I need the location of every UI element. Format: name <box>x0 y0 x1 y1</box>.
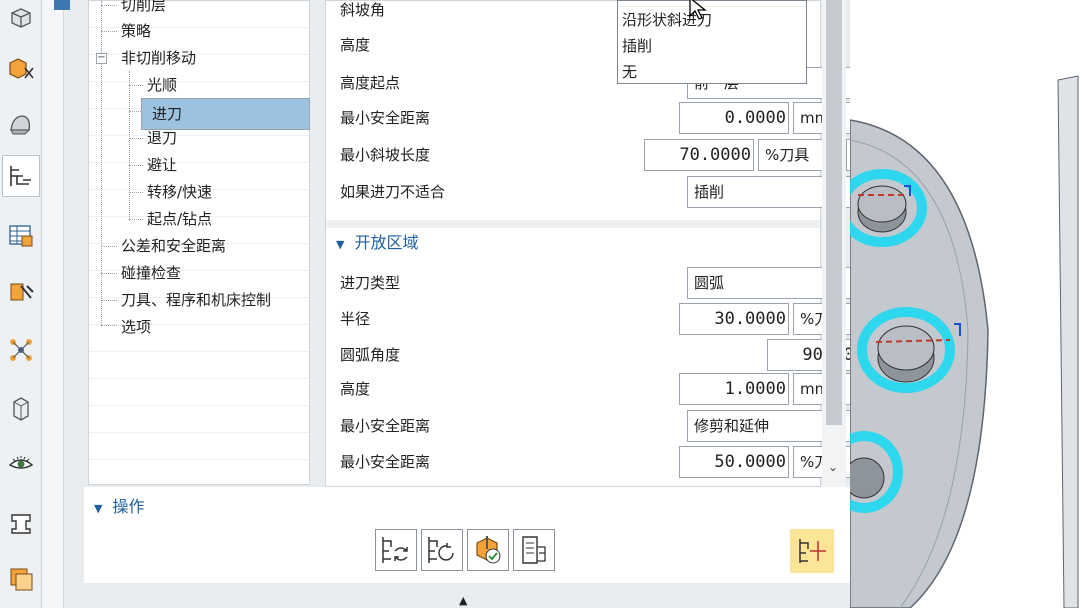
min-ramp-length-label: 最小斜坡长度 <box>340 146 431 164</box>
engage-type-select[interactable]: 圆弧▼ <box>687 267 877 299</box>
tree-item-start-drill-points[interactable]: 起点/钻点 <box>145 206 212 232</box>
part-model-view <box>850 75 1079 608</box>
tree-item-tolerances[interactable]: 公差和安全距离 <box>119 233 226 259</box>
eye-icon[interactable] <box>3 446 39 482</box>
tree-item-cut-levels[interactable]: 切削层 <box>119 0 166 18</box>
fixture-icon[interactable] <box>3 505 39 541</box>
operations-section-header[interactable]: ▼ 操作 <box>94 495 144 521</box>
open-height-label: 高度 <box>340 380 371 398</box>
tree-line <box>129 192 143 193</box>
open-min-safe-label: 最小安全距离 <box>340 417 431 435</box>
list-icon[interactable] <box>513 529 555 571</box>
collapse-triangle-icon: ▼ <box>94 502 103 515</box>
tree-line <box>129 85 143 86</box>
generate-icon[interactable] <box>375 529 417 571</box>
cube-icon[interactable] <box>3 0 39 36</box>
panel-gutter <box>42 0 64 608</box>
section-divider <box>326 220 820 228</box>
operations-panel: ▼ 操作 <box>84 487 850 583</box>
form-scrollbar[interactable]: ⌄ <box>822 0 846 487</box>
shell-icon[interactable] <box>3 106 39 142</box>
open-min-safe2-label: 最小安全距离 <box>340 453 431 471</box>
ramp-angle-label: 斜坡角 <box>340 1 386 19</box>
if-engage-unsuitable-select[interactable]: 插削▼ <box>687 176 877 208</box>
tree-line <box>101 325 117 326</box>
open-min-safe2-field[interactable]: 50.0000 <box>679 446 789 478</box>
tree-item-non-cutting-moves[interactable]: 非切削移动 <box>119 45 196 71</box>
ramp-type-dropdown-list[interactable]: 沿形状斜进刀 插削 无 <box>617 0 807 84</box>
table-list-icon[interactable] <box>3 218 39 254</box>
tree-item-options[interactable]: 选项 <box>119 314 151 340</box>
program-order-icon[interactable] <box>2 155 40 197</box>
parameter-tree: 切削层 策略 − 非切削移动 光顺 进刀 退刀 避让 转移/快速 起点/钻点 公… <box>88 0 310 485</box>
collapse-toggle-icon[interactable]: − <box>96 53 107 64</box>
tree-line <box>101 300 117 301</box>
dropdown-item-plunge[interactable]: 插削 <box>618 33 806 59</box>
tool-wrench-icon[interactable] <box>3 274 39 310</box>
engage-display-icon[interactable] <box>790 529 834 573</box>
open-area-section-header[interactable]: ▼ 开放区域 <box>336 231 418 255</box>
network-icon[interactable] <box>3 332 39 368</box>
tree-line <box>129 138 143 139</box>
mouse-cursor-icon <box>689 0 707 20</box>
part-box-icon[interactable] <box>3 390 39 426</box>
tree-item-avoidance[interactable]: 避让 <box>145 152 177 178</box>
dropdown-item-ramp-on-shape[interactable]: 沿形状斜进刀 <box>618 7 806 33</box>
min-safe-distance-field[interactable]: 0.0000 <box>679 102 789 134</box>
layers-icon[interactable] <box>3 561 39 597</box>
scrollbar-thumb[interactable] <box>826 0 842 425</box>
cube-cut-icon[interactable] <box>3 50 39 86</box>
tree-item-tool-program-machine[interactable]: 刀具、程序和机床控制 <box>119 287 271 313</box>
expand-up-icon[interactable]: ▲ <box>459 594 467 607</box>
collapse-triangle-icon: ▼ <box>336 238 345 251</box>
radius-label: 半径 <box>340 310 371 328</box>
arc-angle-label: 圆弧角度 <box>340 346 401 364</box>
non-cutting-moves-dialog: 切削层 策略 − 非切削移动 光顺 进刀 退刀 避让 转移/快速 起点/钻点 公… <box>70 0 877 608</box>
tree-line <box>101 246 117 247</box>
engage-type-label: 进刀类型 <box>340 274 401 292</box>
if-engage-unsuitable-label: 如果进刀不适合 <box>340 183 446 201</box>
tree-line <box>101 31 117 32</box>
verify-icon[interactable] <box>467 529 509 571</box>
tree-line <box>129 165 143 166</box>
tree-line <box>101 273 117 274</box>
gutter-accent <box>54 0 70 10</box>
tree-item-collision-check[interactable]: 碰撞检查 <box>119 260 181 286</box>
open-height-field[interactable]: 1.0000 <box>679 373 789 405</box>
height-start-label: 高度起点 <box>340 74 401 92</box>
scroll-down-icon[interactable]: ⌄ <box>828 460 838 474</box>
tree-line <box>129 219 143 220</box>
dropdown-item-none[interactable]: 无 <box>618 59 806 85</box>
vertical-toolbar <box>0 0 42 608</box>
tree-item-transfer-rapid[interactable]: 转移/快速 <box>145 179 212 205</box>
tree-item-strategy[interactable]: 策略 <box>119 18 151 44</box>
open-min-safe-mode-select[interactable]: 修剪和延伸▼ <box>687 410 877 442</box>
replay-icon[interactable] <box>421 529 463 571</box>
tree-line <box>129 71 130 221</box>
tree-line <box>101 5 117 6</box>
min-safe-distance-label: 最小安全距离 <box>340 109 431 127</box>
radius-field[interactable]: 30.0000 <box>679 303 789 335</box>
tree-item-smoothing[interactable]: 光顺 <box>145 72 177 98</box>
graphics-viewport[interactable] <box>850 0 1080 608</box>
min-ramp-length-field[interactable]: 70.0000 <box>644 139 754 171</box>
tree-item-retract[interactable]: 退刀 <box>145 125 177 151</box>
tree-line <box>101 1 102 325</box>
height-label: 高度 <box>340 36 371 54</box>
